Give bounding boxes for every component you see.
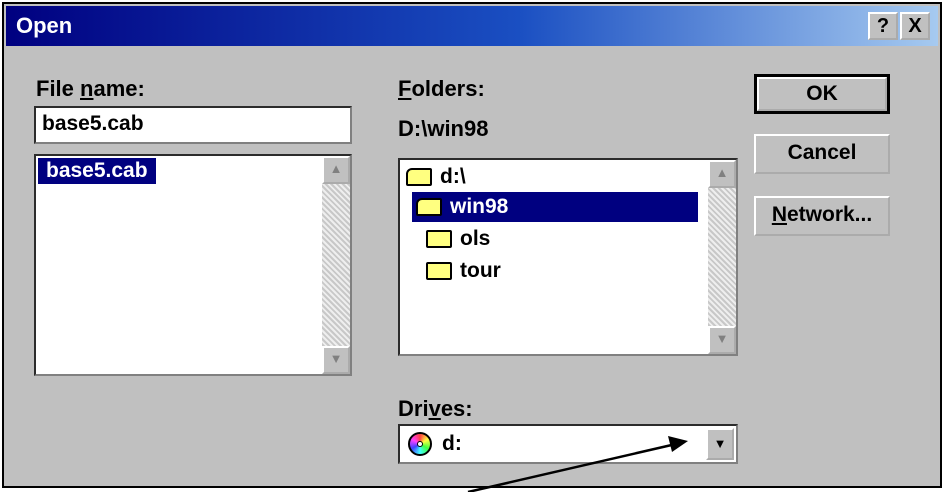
arrow-line	[467, 442, 677, 492]
annotation-arrow	[467, 436, 688, 492]
arrow-head	[668, 436, 688, 452]
